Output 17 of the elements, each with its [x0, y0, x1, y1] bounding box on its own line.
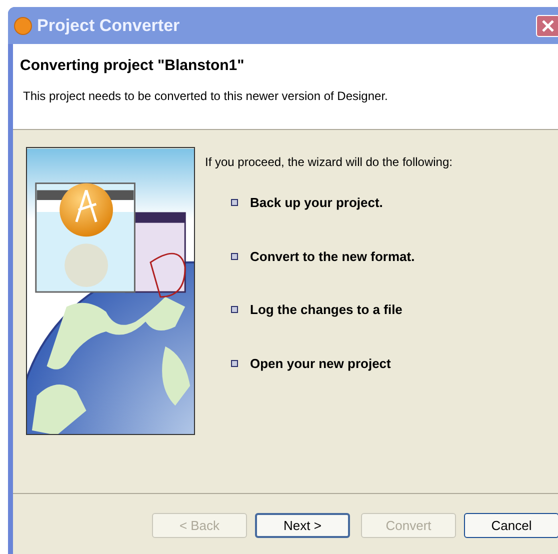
close-icon — [542, 20, 554, 32]
header-description: This project needs to be converted to this newer version of Designer. — [22, 88, 389, 104]
intro-text: If you proceed, the wizard will do the following: — [205, 154, 452, 171]
step-text: Convert to the new format. — [250, 248, 415, 266]
bullet-icon — [231, 252, 238, 260]
bullet-icon — [231, 199, 238, 206]
header-title: Converting project "Blanston1" — [20, 56, 246, 76]
app-icon — [14, 16, 32, 34]
bullet-icon — [231, 306, 238, 314]
step-text: Open your new project — [250, 354, 391, 373]
window-title: Project Converter — [37, 14, 180, 37]
wizard-button[interactable]: Next > — [255, 513, 350, 538]
step-text: Log the changes to a file — [250, 301, 402, 319]
bullet-icon — [231, 360, 238, 367]
step-text: Back up your project. — [250, 194, 383, 212]
wizard-button[interactable]: Cancel — [464, 513, 558, 538]
close-button[interactable] — [536, 15, 558, 37]
